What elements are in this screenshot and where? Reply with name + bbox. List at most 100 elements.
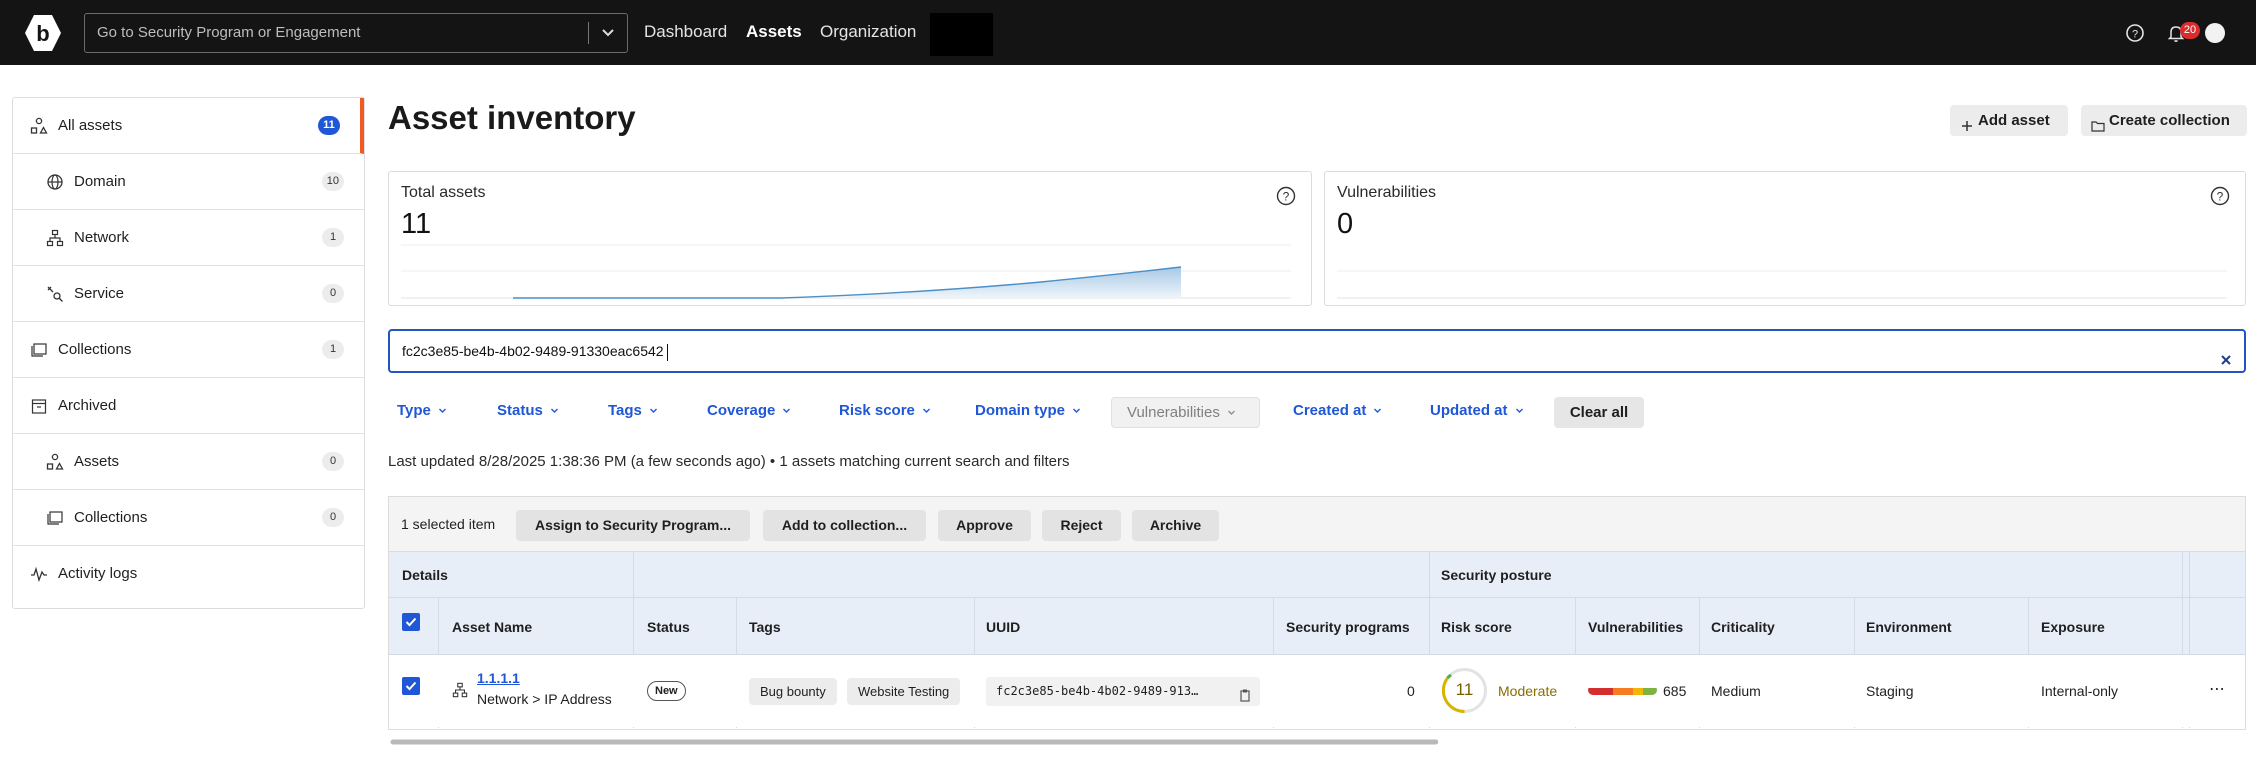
uuid-text: fc2c3e85-be4b-4b02-9489-913…: [996, 684, 1199, 698]
close-icon[interactable]: [2218, 343, 2234, 365]
select-all-checkbox[interactable]: [402, 613, 420, 631]
filter-type[interactable]: Type: [397, 402, 447, 419]
help-icon[interactable]: ?: [2209, 185, 2231, 207]
sidebar-item-archived-assets[interactable]: Assets 0: [13, 434, 364, 490]
nav-dashboard[interactable]: Dashboard: [644, 22, 727, 42]
filter-status[interactable]: Status: [497, 402, 559, 419]
sidebar-item-domain[interactable]: Domain 10: [13, 154, 364, 210]
assign-to-program-button[interactable]: Assign to Security Program...: [516, 510, 750, 541]
filter-created-at[interactable]: Created at: [1293, 402, 1382, 419]
help-icon[interactable]: ?: [1275, 185, 1297, 207]
risk-score-value: 11: [1455, 680, 1474, 699]
bugcrowd-logo[interactable]: b: [24, 14, 62, 52]
filter-label: Updated at: [1430, 402, 1508, 419]
sidebar-item-label: Network: [74, 229, 130, 246]
add-asset-label: Add asset: [1978, 112, 2050, 129]
reject-button[interactable]: Reject: [1042, 510, 1121, 541]
column-uuid[interactable]: UUID: [986, 619, 1020, 635]
sidebar-item-label: Assets: [74, 453, 120, 470]
asset-table: 1 selected item Assign to Security Progr…: [388, 496, 2246, 730]
divider: [1429, 552, 1430, 598]
page-title: Asset inventory: [388, 99, 636, 136]
notification-badge: 20: [2180, 22, 2200, 39]
asset-type: Network > IP Address: [477, 691, 612, 707]
column-criticality[interactable]: Criticality: [1711, 619, 1775, 635]
status-badge: New: [647, 681, 686, 701]
filter-domain-type[interactable]: Domain type: [975, 402, 1081, 419]
copy-icon[interactable]: [1238, 684, 1252, 702]
column-vulnerabilities[interactable]: Vulnerabilities: [1588, 619, 1683, 635]
sidebar-item-archived[interactable]: Archived: [13, 378, 364, 434]
sidebar-item-collections[interactable]: Collections 1: [13, 322, 364, 378]
column-group-row: Details Security posture: [389, 552, 2245, 598]
table-row[interactable]: 1.1.1.1 Network > IP Address New Bug bou…: [389, 655, 2245, 727]
more-actions-icon[interactable]: ⋯: [2209, 679, 2225, 699]
sidebar-item-network[interactable]: Network 1: [13, 210, 364, 266]
filter-tags[interactable]: Tags: [608, 402, 658, 419]
program-search-input[interactable]: Go to Security Program or Engagement: [84, 13, 628, 53]
filter-label: Tags: [608, 402, 642, 419]
divider: [2189, 552, 2190, 598]
chevron-down-icon: [1515, 408, 1523, 413]
selected-count: 1 selected item: [401, 516, 496, 532]
asset-name-link[interactable]: 1.1.1.1: [477, 670, 520, 686]
asset-filter-input[interactable]: fc2c3e85-be4b-4b02-9489-91330eac6542: [388, 329, 2246, 373]
column-exposure[interactable]: Exposure: [2041, 619, 2105, 635]
filter-risk-score[interactable]: Risk score: [839, 402, 931, 419]
group-details: Details: [402, 567, 448, 583]
exposure-value: Internal-only: [2041, 683, 2119, 699]
text-caret: [666, 343, 668, 361]
divider: [588, 22, 589, 44]
chevron-down-icon[interactable]: [597, 14, 619, 52]
svg-text:?: ?: [1283, 190, 1290, 204]
chevron-down-icon: [922, 408, 930, 413]
column-environment[interactable]: Environment: [1866, 619, 1952, 635]
total-assets-card: Total assets 11 ?: [388, 171, 1312, 306]
column-status[interactable]: Status: [647, 619, 690, 635]
nav-organization[interactable]: Organization: [820, 22, 916, 42]
add-asset-button[interactable]: Add asset: [1950, 105, 2068, 136]
sidebar-item-label: Service: [74, 285, 125, 302]
horizontal-scrollbar[interactable]: [388, 737, 2246, 747]
search-placeholder: Go to Security Program or Engagement: [97, 24, 361, 41]
globe-icon: [46, 173, 64, 191]
count-badge: 0: [322, 508, 344, 527]
last-updated-status: Last updated 8/28/2025 1:38:36 PM (a few…: [388, 453, 1070, 470]
clear-all-button[interactable]: Clear all: [1554, 397, 1644, 428]
count-badge: 1: [322, 340, 344, 359]
sidebar-item-archived-collections[interactable]: Collections 0: [13, 490, 364, 546]
sidebar-item-label: All assets: [58, 117, 123, 134]
sidebar-item-label: Collections: [58, 341, 132, 358]
create-collection-button[interactable]: Create collection: [2081, 105, 2247, 136]
filter-value: fc2c3e85-be4b-4b02-9489-91330eac6542: [402, 343, 664, 359]
filter-label: Coverage: [707, 402, 776, 419]
table-header-row: Asset Name Status Tags UUID Security pro…: [389, 598, 2245, 655]
sidebar-item-service[interactable]: Service 0: [13, 266, 364, 322]
row-checkbox[interactable]: [402, 677, 420, 695]
approve-button[interactable]: Approve: [938, 510, 1031, 541]
filter-vulnerabilities: Vulnerabilities: [1111, 397, 1260, 428]
nav-assets[interactable]: Assets: [746, 22, 802, 42]
assets-sparkline: [401, 244, 1291, 299]
count-badge: 0: [322, 452, 344, 471]
column-risk-score[interactable]: Risk score: [1441, 619, 1512, 635]
column-security-programs[interactable]: Security programs: [1286, 619, 1410, 635]
count-badge: 10: [321, 172, 344, 191]
sidebar-item-all-assets[interactable]: All assets 11: [13, 98, 364, 154]
chevron-down-icon: [438, 408, 446, 413]
sidebar-item-activity-logs[interactable]: Activity logs: [13, 546, 364, 602]
filter-coverage[interactable]: Coverage: [707, 402, 791, 419]
help-icon[interactable]: ?: [2122, 20, 2148, 46]
archive-button[interactable]: Archive: [1132, 510, 1219, 541]
service-icon: [46, 285, 64, 303]
filter-label: Type: [397, 402, 431, 419]
tag-bug-bounty: Bug bounty: [749, 678, 837, 705]
add-to-collection-button[interactable]: Add to collection...: [763, 510, 926, 541]
svg-text:?: ?: [2132, 29, 2138, 41]
column-asset-name[interactable]: Asset Name: [452, 619, 532, 635]
folder-icon: [2091, 113, 2105, 132]
card-value: 11: [401, 208, 432, 240]
filter-updated-at[interactable]: Updated at: [1430, 402, 1524, 419]
column-tags[interactable]: Tags: [749, 619, 781, 635]
avatar[interactable]: [2205, 23, 2225, 43]
